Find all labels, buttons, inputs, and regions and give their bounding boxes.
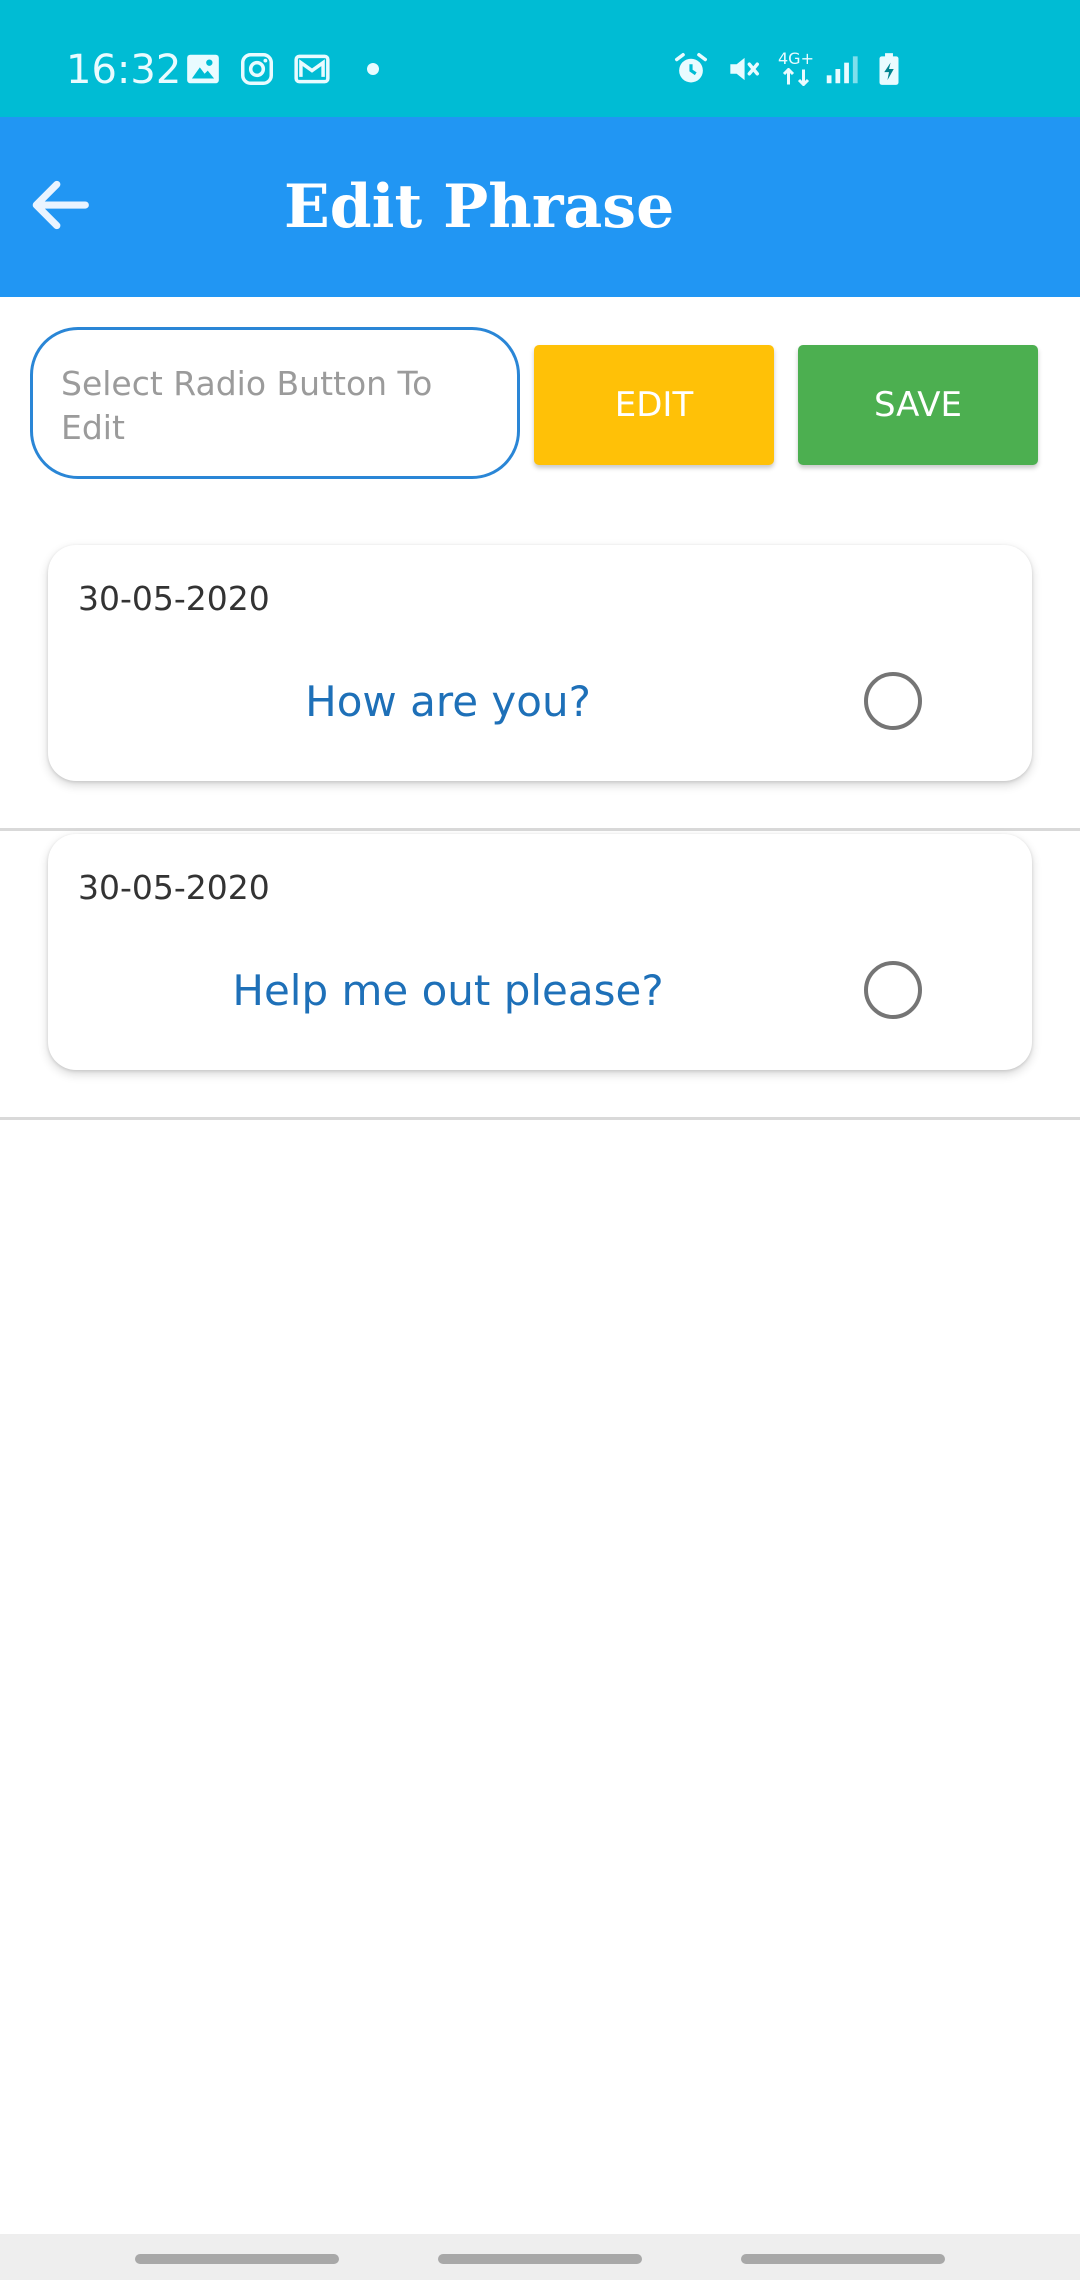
phrase-card[interactable]: 30-05-2020 Help me out please? bbox=[48, 834, 1032, 1070]
app-bar: Edit Phrase bbox=[0, 117, 1080, 297]
edit-phrase-screen: 16:32 4G+ Edit Phrase Select Radio Butto… bbox=[0, 0, 1080, 2280]
signal-icon bbox=[822, 50, 860, 88]
edit-button[interactable]: EDIT bbox=[534, 345, 774, 465]
network-label: 4G+ bbox=[778, 49, 814, 68]
phrase-edit-field[interactable]: Select Radio Button To Edit bbox=[30, 327, 520, 479]
gmail-icon bbox=[293, 50, 331, 88]
list-divider bbox=[0, 828, 1080, 831]
status-bar: 16:32 4G+ bbox=[0, 0, 1080, 117]
alarm-icon bbox=[672, 50, 710, 88]
network-4g-icon: 4G+ bbox=[776, 50, 816, 88]
phrase-date: 30-05-2020 bbox=[78, 579, 270, 618]
system-nav-bar bbox=[0, 2234, 1080, 2280]
list-divider bbox=[0, 1117, 1080, 1120]
phrase-text: How are you? bbox=[305, 677, 591, 726]
back-button[interactable] bbox=[22, 165, 98, 245]
nav-home-button[interactable] bbox=[438, 2254, 642, 2264]
save-button[interactable]: SAVE bbox=[798, 345, 1038, 465]
arrow-back-icon bbox=[32, 180, 89, 230]
instagram-icon bbox=[238, 50, 276, 88]
phrase-edit-placeholder: Select Radio Button To Edit bbox=[61, 364, 433, 447]
phrase-radio-button[interactable] bbox=[864, 961, 922, 1019]
phrase-radio-button[interactable] bbox=[864, 672, 922, 730]
status-time: 16:32 bbox=[66, 47, 182, 93]
battery-charging-icon bbox=[870, 50, 908, 88]
phrase-text: Help me out please? bbox=[232, 966, 664, 1015]
notification-dot bbox=[367, 63, 379, 75]
vibrate-mute-icon bbox=[724, 50, 762, 88]
page-title: Edit Phrase bbox=[284, 172, 675, 242]
nav-back-button[interactable] bbox=[741, 2254, 945, 2264]
phrase-date: 30-05-2020 bbox=[78, 868, 270, 907]
phrase-card[interactable]: 30-05-2020 How are you? bbox=[48, 545, 1032, 781]
image-icon bbox=[184, 50, 222, 88]
nav-recents-button[interactable] bbox=[135, 2254, 339, 2264]
